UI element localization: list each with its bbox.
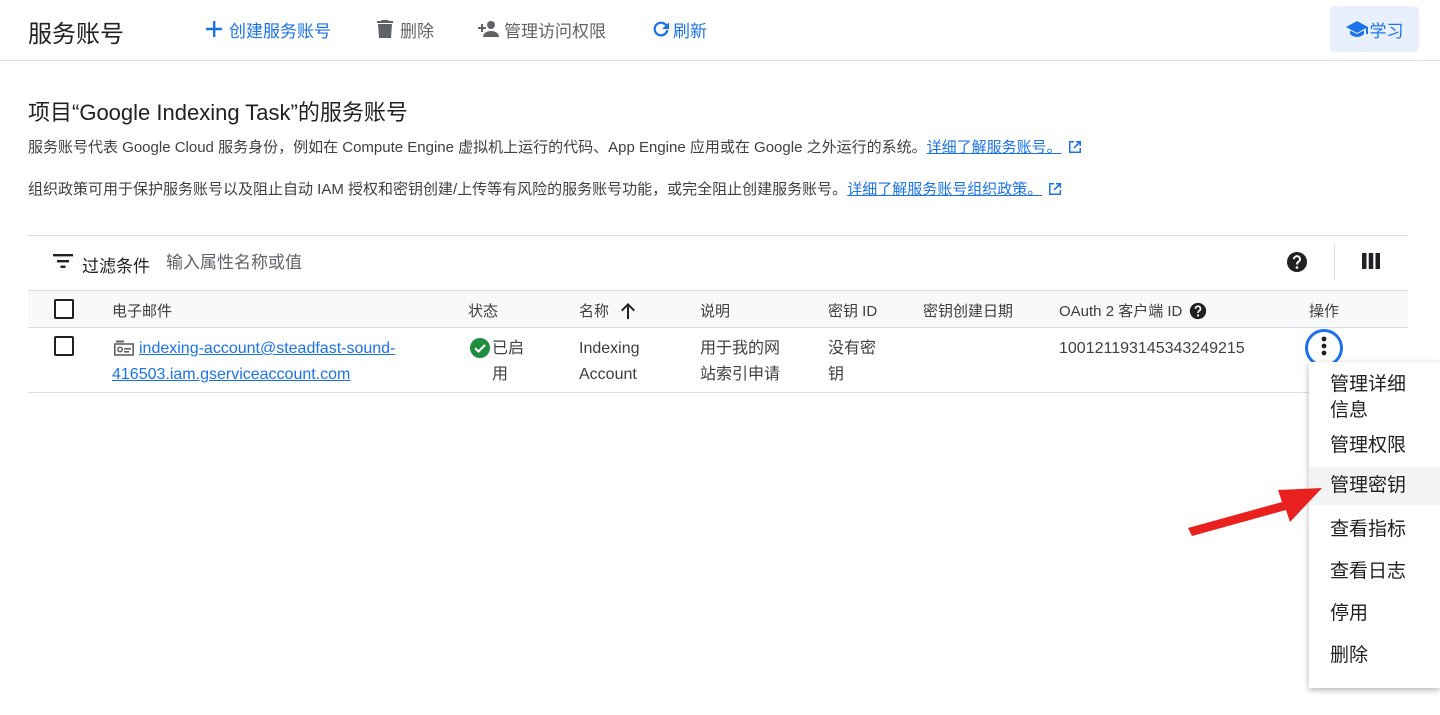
annotation-arrow-icon — [1188, 488, 1322, 536]
menu-item-manage-details[interactable]: 管理详细 信息 — [1309, 372, 1440, 424]
column-header-key-id[interactable]: 密钥 ID — [828, 300, 877, 321]
more-vert-icon — [1321, 336, 1327, 361]
email-link[interactable]: indexing-account@steadfast-sound- — [139, 340, 395, 357]
manage-access-label: 管理访问权限 — [504, 21, 606, 41]
description-text-continued: 站索引申请 — [700, 366, 781, 383]
description-service-accounts: 服务账号代表 Google Cloud 服务身份，例如在 Compute Eng… — [28, 136, 1082, 158]
sort-ascending-icon[interactable] — [621, 302, 636, 319]
table-row: indexing-account@steadfast-sound- 416503… — [28, 328, 1408, 393]
name-text: Indexing — [579, 340, 640, 357]
create-service-account-label: 创建服务账号 — [229, 21, 331, 41]
name-text-continued: Account — [579, 366, 637, 383]
menu-item-delete[interactable]: 删除 — [1309, 643, 1440, 669]
external-link-icon — [1068, 140, 1082, 158]
status-text-continued: 用 — [492, 366, 509, 383]
column-header-name[interactable]: 名称 — [579, 300, 636, 321]
description-org-policy: 组织政策可用于保护服务账号以及阻止自动 IAM 授权和密钥创建/上传等有风险的服… — [28, 178, 1062, 200]
row-checkbox[interactable] — [54, 336, 74, 356]
manage-access-button[interactable]: 管理访问权限 — [478, 17, 606, 41]
column-header-email[interactable]: 电子邮件 — [112, 300, 172, 321]
refresh-icon — [650, 18, 672, 40]
help-icon[interactable] — [1189, 302, 1207, 320]
column-header-oauth[interactable]: OAuth 2 客户端 ID — [1059, 300, 1207, 321]
filter-input[interactable] — [166, 248, 766, 278]
column-header-actions: 操作 — [1309, 303, 1340, 320]
description-text: 用于我的网 — [700, 340, 781, 357]
graduation-cap-icon — [1345, 20, 1368, 38]
learn-label: 学习 — [1369, 21, 1404, 41]
status-text: 已启 — [492, 340, 525, 357]
help-icon[interactable] — [1286, 251, 1308, 278]
top-toolbar: 服务账号 创建服务账号 删除 管理访问权限 刷新 学习 — [0, 0, 1440, 61]
column-header-oauth-label: OAuth 2 客户端 ID — [1059, 303, 1183, 320]
external-link-icon — [1048, 182, 1062, 200]
menu-item-disable[interactable]: 停用 — [1309, 601, 1440, 627]
column-header-status[interactable]: 状态 — [468, 300, 498, 321]
name-cell: Indexing Account — [579, 336, 640, 388]
delete-label: 删除 — [400, 21, 434, 41]
key-id-text: 没有密 — [828, 340, 877, 357]
enabled-check-icon — [470, 338, 490, 363]
refresh-label: 刷新 — [673, 21, 707, 41]
page-title: 服务账号 — [28, 21, 124, 48]
plus-icon — [203, 18, 225, 40]
learn-button[interactable]: 学习 — [1330, 6, 1419, 52]
description-text: 服务账号代表 Google Cloud 服务身份，例如在 Compute Eng… — [28, 139, 927, 156]
table-header: 电子邮件 状态 名称 说明 密钥 ID 密钥创建日期 OAuth 2 客户端 I… — [28, 290, 1408, 328]
select-all-checkbox[interactable] — [54, 299, 74, 319]
menu-item-manage-permissions[interactable]: 管理权限 — [1309, 433, 1440, 459]
filter-bar: 过滤条件 — [28, 236, 1408, 290]
key-id-cell: 没有密 钥 — [828, 336, 876, 388]
menu-item-label: 管理详细 — [1330, 374, 1407, 395]
add-person-icon — [478, 18, 500, 40]
email-cell: indexing-account@steadfast-sound- 416503… — [112, 336, 432, 388]
org-policy-text: 组织政策可用于保护服务账号以及阻止自动 IAM 授权和密钥创建/上传等有风险的服… — [28, 181, 848, 198]
menu-item-view-logs[interactable]: 查看日志 — [1309, 559, 1440, 585]
column-header-key-date[interactable]: 密钥创建日期 — [923, 300, 1013, 321]
learn-more-org-policy-link[interactable]: 详细了解服务账号组织政策。 — [847, 181, 1042, 198]
email-link-continued[interactable]: 416503.iam.gserviceaccount.com — [112, 366, 350, 383]
learn-more-service-accounts-link[interactable]: 详细了解服务账号。 — [927, 139, 1062, 156]
filter-label: 过滤条件 — [82, 257, 150, 276]
description-cell: 用于我的网 站索引申请 — [700, 336, 780, 388]
column-header-name-label: 名称 — [579, 303, 610, 320]
delete-button[interactable]: 删除 — [374, 17, 434, 41]
oauth-id-cell: 100121193145343249215 — [1059, 340, 1245, 357]
refresh-button[interactable]: 刷新 — [650, 17, 707, 41]
section-title: 项目“Google Indexing Task”的服务账号 — [28, 100, 408, 125]
status-cell: 已启 用 — [492, 336, 524, 388]
column-display-icon[interactable] — [1362, 252, 1380, 275]
toolbar-divider — [1334, 244, 1335, 280]
create-service-account-button[interactable]: 创建服务账号 — [203, 17, 331, 41]
filter-icon[interactable] — [53, 253, 73, 274]
key-id-text-continued: 钥 — [828, 366, 845, 383]
trash-icon — [374, 18, 396, 40]
menu-item-label-continued: 信息 — [1330, 400, 1369, 421]
column-header-description[interactable]: 说明 — [700, 300, 730, 321]
